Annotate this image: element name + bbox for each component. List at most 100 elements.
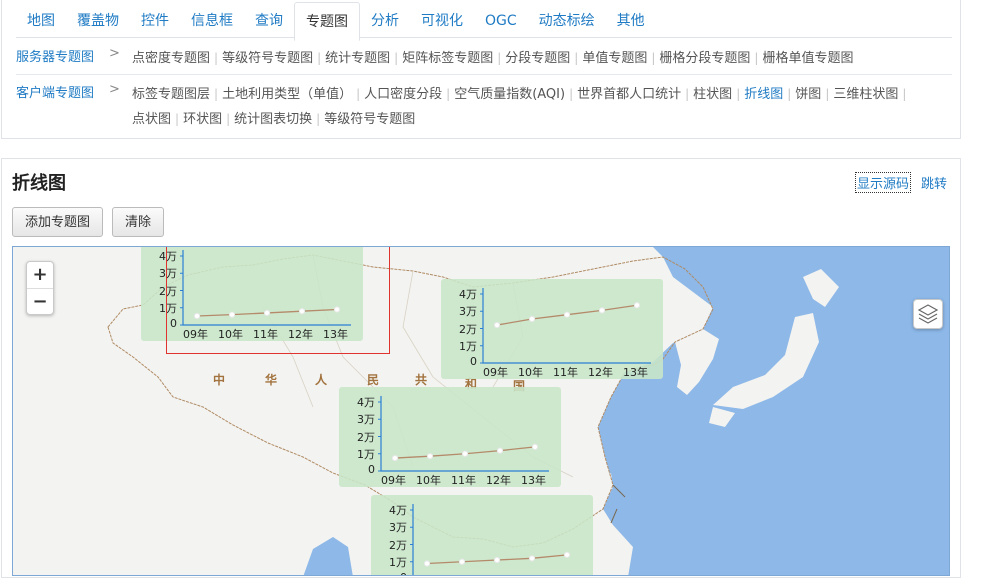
separator: | <box>497 51 502 65</box>
y-tick-label: 1万 <box>389 555 407 569</box>
server-link-3[interactable]: 矩阵标签专题图 <box>402 51 493 66</box>
separator: | <box>574 51 579 65</box>
client-link-1[interactable]: 土地利用类型（单值） <box>222 87 352 102</box>
tab-5[interactable]: 专题图 <box>294 2 360 41</box>
data-point[interactable] <box>528 315 536 323</box>
x-tick-label: 09年 <box>381 474 406 487</box>
zoom-out-button[interactable]: − <box>27 288 53 314</box>
separator: | <box>175 112 180 126</box>
zoom-in-button[interactable]: + <box>27 262 53 288</box>
tab-3[interactable]: 信息框 <box>180 0 244 38</box>
data-point[interactable] <box>426 453 434 460</box>
layers-icon <box>917 304 939 324</box>
client-link-8[interactable]: 三维柱状图 <box>833 87 898 102</box>
client-link-12[interactable]: 等级符号专题图 <box>324 112 415 127</box>
show-source-link[interactable]: 显示源码 <box>854 172 912 193</box>
data-point[interactable] <box>531 443 539 450</box>
tab-1[interactable]: 覆盖物 <box>66 0 130 38</box>
server-link-2[interactable]: 统计专题图 <box>325 51 390 66</box>
tab-0[interactable]: 地图 <box>16 0 66 38</box>
data-point[interactable] <box>493 321 501 329</box>
server-thematic-links: 点密度专题图 | 等级符号专题图 | 统计专题图 | 矩阵标签专题图 | 分段专题图 | 单值专题图… <box>132 46 932 71</box>
separator: | <box>754 51 759 65</box>
client-link-11[interactable]: 统计图表切换 <box>234 112 312 127</box>
chevron-right-icon: > <box>109 82 120 97</box>
y-tick-label: 2万 <box>459 322 477 336</box>
y-tick-label: 0 <box>470 355 477 368</box>
data-point[interactable] <box>528 555 536 562</box>
data-point[interactable] <box>563 551 571 558</box>
y-tick-label: 3万 <box>389 521 407 535</box>
separator: | <box>356 87 361 101</box>
client-link-0[interactable]: 标签专题图层 <box>132 87 210 102</box>
server-link-1[interactable]: 等级符号专题图 <box>222 51 313 66</box>
client-link-6[interactable]: 折线图 <box>744 87 783 102</box>
client-link-9[interactable]: 点状图 <box>132 112 171 127</box>
data-point[interactable] <box>493 556 501 564</box>
y-tick-label: 0 <box>368 463 375 476</box>
y-tick-label: 3万 <box>357 413 375 427</box>
country-label-char: 人 <box>315 373 328 387</box>
server-link-6[interactable]: 栅格分段专题图 <box>659 51 750 66</box>
data-point[interactable] <box>598 307 606 314</box>
separator: | <box>651 51 656 65</box>
client-thematic-heading[interactable]: 客户端专题图 <box>16 82 94 101</box>
tab-6[interactable]: 分析 <box>360 0 410 38</box>
x-tick-label: 10年 <box>416 474 441 487</box>
client-link-5[interactable]: 柱状图 <box>693 87 732 102</box>
separator: | <box>569 87 574 101</box>
example-panel: 折线图 显示源码 跳转 添加专题图 清除 中华人民共和国 + − 0 1万 2万… <box>1 158 961 578</box>
tab-9[interactable]: 动态标绘 <box>528 0 606 38</box>
data-point[interactable] <box>496 447 504 454</box>
client-link-10[interactable]: 环状图 <box>183 112 222 127</box>
separator: | <box>214 51 219 65</box>
tab-10[interactable]: 其他 <box>606 0 656 38</box>
tab-4[interactable]: 查询 <box>244 0 294 38</box>
chart-axis <box>482 288 651 364</box>
x-tick-label: 09年 <box>483 366 508 379</box>
client-thematic-links: 标签专题图层 | 土地利用类型（单值） | 人口密度分段 | 空气质量指数(AQI) | 世界首… <box>132 82 932 132</box>
server-link-4[interactable]: 分段专题图 <box>505 51 570 66</box>
separator: | <box>316 112 321 126</box>
client-link-2[interactable]: 人口密度分段 <box>364 87 442 102</box>
add-thematic-button[interactable]: 添加专题图 <box>12 207 104 237</box>
x-tick-label: 11年 <box>553 366 578 379</box>
server-link-7[interactable]: 栅格单值专题图 <box>762 51 853 66</box>
client-link-3[interactable]: 空气质量指数(AQI) <box>454 87 565 102</box>
server-thematic-heading[interactable]: 服务器专题图 <box>16 46 94 65</box>
data-point[interactable] <box>461 450 469 457</box>
layers-button[interactable] <box>913 299 943 329</box>
x-tick-label: 12年 <box>588 366 613 379</box>
separator: | <box>394 51 399 65</box>
map-view[interactable]: 中华人民共和国 + − 0 1万 2万 3万 4万 09年 10年 11年 12年 13年 0 1万 2… <box>12 246 950 576</box>
data-point[interactable] <box>563 311 571 318</box>
client-link-4[interactable]: 世界首都人口统计 <box>577 87 681 102</box>
separator: | <box>685 87 690 101</box>
tab-8[interactable]: OGC <box>474 0 528 38</box>
tab-bar: 地图 覆盖物 控件 信息框 查询 专题图 分析 可视化 OGC 动态标绘 其他 <box>16 0 952 41</box>
data-point[interactable] <box>633 302 641 309</box>
y-tick-label: 2万 <box>357 430 375 444</box>
y-tick-label: 0 <box>381 571 407 575</box>
separator: | <box>787 87 792 101</box>
separator: | <box>226 112 231 126</box>
data-point[interactable] <box>423 560 431 567</box>
chart-axis <box>412 504 414 575</box>
separator: | <box>317 51 322 65</box>
tab-7[interactable]: 可视化 <box>410 0 474 38</box>
line-chart-1[interactable]: 0 1万 2万 3万 4万 09年 10年 11年 12年 13年 <box>441 279 663 379</box>
line-chart-2[interactable]: 0 1万 2万 3万 4万 09年 10年 11年 12年 13年 <box>339 387 561 487</box>
clear-button[interactable]: 清除 <box>112 207 165 237</box>
separator: | <box>446 87 451 101</box>
client-link-7[interactable]: 饼图 <box>795 87 821 102</box>
demo-navigation-panel: 地图 覆盖物 控件 信息框 查询 专题图 分析 可视化 OGC 动态标绘 其他 服务器专题图 > 点… <box>1 0 961 139</box>
separator: | <box>902 87 907 101</box>
y-tick-label: 4万 <box>357 396 375 409</box>
server-link-5[interactable]: 单值专题图 <box>582 51 647 66</box>
tab-2[interactable]: 控件 <box>130 0 180 38</box>
jump-link[interactable]: 跳转 <box>921 173 947 192</box>
data-point[interactable] <box>391 454 399 462</box>
chart-axis <box>380 396 549 472</box>
x-tick-label: 13年 <box>623 366 648 379</box>
server-link-0[interactable]: 点密度专题图 <box>132 51 210 66</box>
